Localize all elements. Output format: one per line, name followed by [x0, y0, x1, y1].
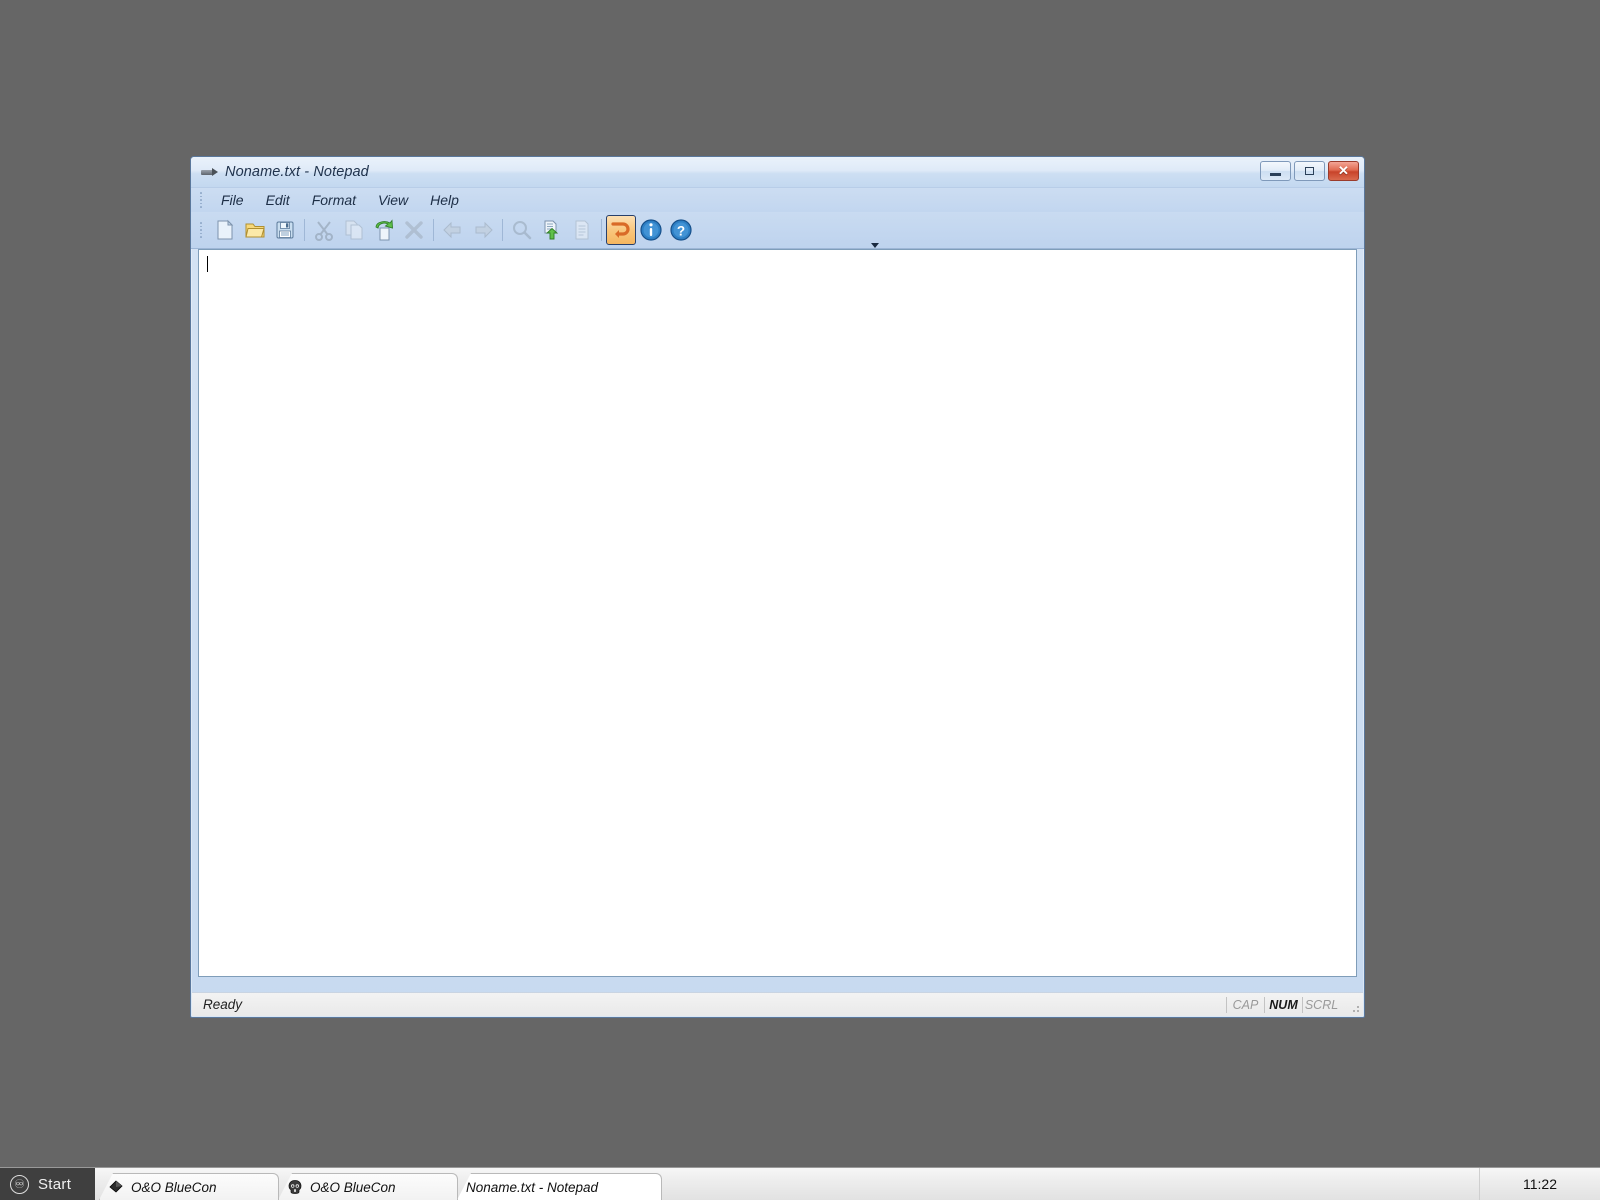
taskbar: ♾ Start O&O BlueCon O&O BlueCon Noname.t…: [0, 1167, 1600, 1200]
word-wrap-button[interactable]: [606, 215, 636, 245]
menu-item-help[interactable]: Help: [419, 190, 470, 210]
cut-button[interactable]: [309, 215, 339, 245]
menu-item-view[interactable]: View: [367, 190, 419, 210]
new-file-button[interactable]: [210, 215, 240, 245]
window-title: Noname.txt - Notepad: [225, 164, 369, 180]
notepad-pen-icon: [201, 165, 218, 180]
page-setup-button[interactable]: [567, 215, 597, 245]
menubar-gripper[interactable]: [197, 192, 205, 208]
menu-item-edit[interactable]: Edit: [255, 190, 301, 210]
taskbar-item-label: O&O BlueCon: [131, 1179, 217, 1195]
find-magnifier-icon: [513, 221, 532, 240]
toolbar-separator: [601, 219, 602, 241]
open-folder-icon: [245, 223, 265, 238]
taskbar-item-notepad[interactable]: Noname.txt - Notepad: [457, 1173, 662, 1200]
svg-text:?: ?: [677, 223, 685, 238]
toolbar-separator: [433, 219, 434, 241]
toolbar-separator: [304, 219, 305, 241]
delete-x-icon: [405, 221, 423, 239]
taskbar-item-label: Noname.txt - Notepad: [466, 1179, 599, 1195]
window-controls: ✕: [1260, 161, 1359, 181]
statusbar: Ready CAP NUM SCRL: [192, 992, 1363, 1016]
taskbar-item-bluecon-1[interactable]: O&O BlueCon: [99, 1173, 279, 1200]
minimize-icon: [1270, 172, 1281, 176]
toolbar: ?: [191, 212, 1364, 249]
editor-text: [199, 250, 1356, 258]
delete-button[interactable]: [399, 215, 429, 245]
toolbar-separator: [502, 219, 503, 241]
start-button[interactable]: ♾ Start: [0, 1168, 95, 1200]
skull-icon: [288, 1180, 302, 1194]
redo-button[interactable]: [468, 215, 498, 245]
redo-arrow-icon: [475, 221, 493, 239]
undo-button[interactable]: [438, 215, 468, 245]
taskbar-clock[interactable]: 11:22: [1479, 1168, 1600, 1200]
maximize-icon: [1305, 167, 1314, 175]
undo-arrow-icon: [443, 221, 461, 239]
maximize-button[interactable]: [1294, 161, 1325, 181]
word-wrap-icon: [611, 222, 630, 238]
chevron-down-icon: [871, 242, 879, 248]
status-message: Ready: [203, 997, 243, 1012]
cut-scissors-icon: [315, 221, 333, 241]
resize-grip[interactable]: [1344, 997, 1360, 1013]
text-caret: [207, 256, 208, 272]
menubar: File Edit Format View Help: [191, 188, 1364, 212]
text-editor-area[interactable]: [198, 249, 1357, 977]
new-file-icon: [217, 219, 234, 240]
start-label: Start: [38, 1175, 72, 1193]
diamond-icon: [109, 1180, 123, 1193]
help-icon: ?: [670, 219, 692, 241]
page-setup-icon: [575, 220, 589, 240]
status-pane-scrl: SCRL: [1302, 996, 1340, 1013]
save-file-button[interactable]: [270, 215, 300, 245]
swirl-logo-icon: ♾: [10, 1174, 29, 1194]
status-pane-num: NUM: [1264, 996, 1302, 1013]
help-button[interactable]: ?: [666, 215, 696, 245]
taskbar-task-list: O&O BlueCon O&O BlueCon Noname.txt - Not…: [95, 1168, 1479, 1200]
info-icon: [640, 219, 662, 241]
minimize-button[interactable]: [1260, 161, 1291, 181]
copy-icon: [345, 220, 363, 240]
close-icon: ✕: [1338, 163, 1349, 178]
info-button[interactable]: [636, 215, 666, 245]
taskbar-item-bluecon-2[interactable]: O&O BlueCon: [278, 1173, 458, 1200]
paste-icon: [375, 219, 393, 241]
copy-button[interactable]: [339, 215, 369, 245]
menu-item-format[interactable]: Format: [301, 190, 367, 210]
replace-icon: [544, 220, 559, 240]
taskbar-item-label: O&O BlueCon: [310, 1179, 396, 1195]
open-file-button[interactable]: [240, 215, 270, 245]
replace-button[interactable]: [537, 215, 567, 245]
desktop-background: Noname.txt - Notepad ✕ File Edit Format: [0, 0, 1600, 1200]
find-button[interactable]: [507, 215, 537, 245]
toolbar-gripper[interactable]: [197, 222, 205, 238]
close-button[interactable]: ✕: [1328, 161, 1359, 181]
status-pane-cap: CAP: [1226, 996, 1264, 1013]
window-titlebar[interactable]: Noname.txt - Notepad ✕: [191, 157, 1364, 188]
menu-item-file[interactable]: File: [210, 190, 255, 210]
paste-button[interactable]: [369, 215, 399, 245]
notepad-window: Noname.txt - Notepad ✕ File Edit Format: [190, 156, 1365, 1018]
save-disk-icon: [276, 221, 294, 239]
